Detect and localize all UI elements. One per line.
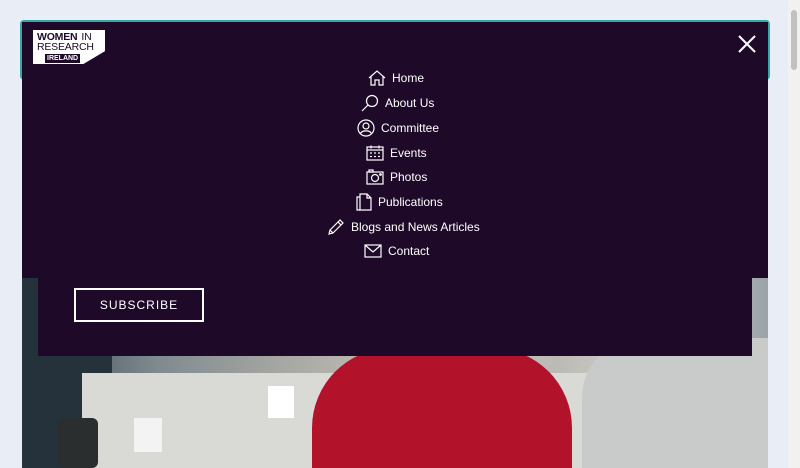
calendar-icon [366,145,384,161]
pencil-icon [328,219,344,235]
camera-icon [366,169,384,185]
nav-item-photos[interactable]: Photos [366,167,427,187]
photo-cup-1 [268,386,294,418]
photo-person-right [582,338,768,468]
user-circle-icon [357,119,375,137]
nav-label-home: Home [392,71,425,85]
close-menu-button[interactable] [736,33,758,55]
nav-label-blogs: Blogs and News Articles [351,220,480,234]
page-scrollbar[interactable] [788,0,800,468]
nav-item-contact[interactable]: Contact [364,241,429,261]
nav-item-home[interactable]: Home [368,68,424,88]
nav-item-events[interactable]: Events [366,143,427,163]
magnifier-icon [361,94,379,112]
photo-person-red [312,348,572,468]
nav-item-about[interactable]: About Us [361,93,434,113]
nav-label-committee: Committee [381,121,440,135]
nav-item-committee[interactable]: Committee [357,118,439,138]
photo-bottle [58,418,98,468]
nav-label-photos: Photos [390,170,428,184]
nav-item-blogs[interactable]: Blogs and News Articles [327,217,480,237]
nav-item-publications[interactable]: Publications [356,192,443,212]
document-icon [356,193,372,211]
subscribe-button[interactable]: SUBSCRIBE [74,288,204,322]
photo-cup-2 [134,418,162,452]
nav-label-events: Events [390,146,427,160]
logo-line-3: IRELAND [45,54,81,63]
envelope-icon [364,244,382,258]
close-icon [738,35,756,53]
nav-label-publications: Publications [378,195,443,209]
scrollbar-thumb[interactable] [791,10,797,70]
home-icon [368,70,386,86]
logo-line-2: RESEARCH [37,41,94,53]
nav-label-about: About Us [385,96,435,110]
nav-label-contact: Contact [388,244,430,258]
